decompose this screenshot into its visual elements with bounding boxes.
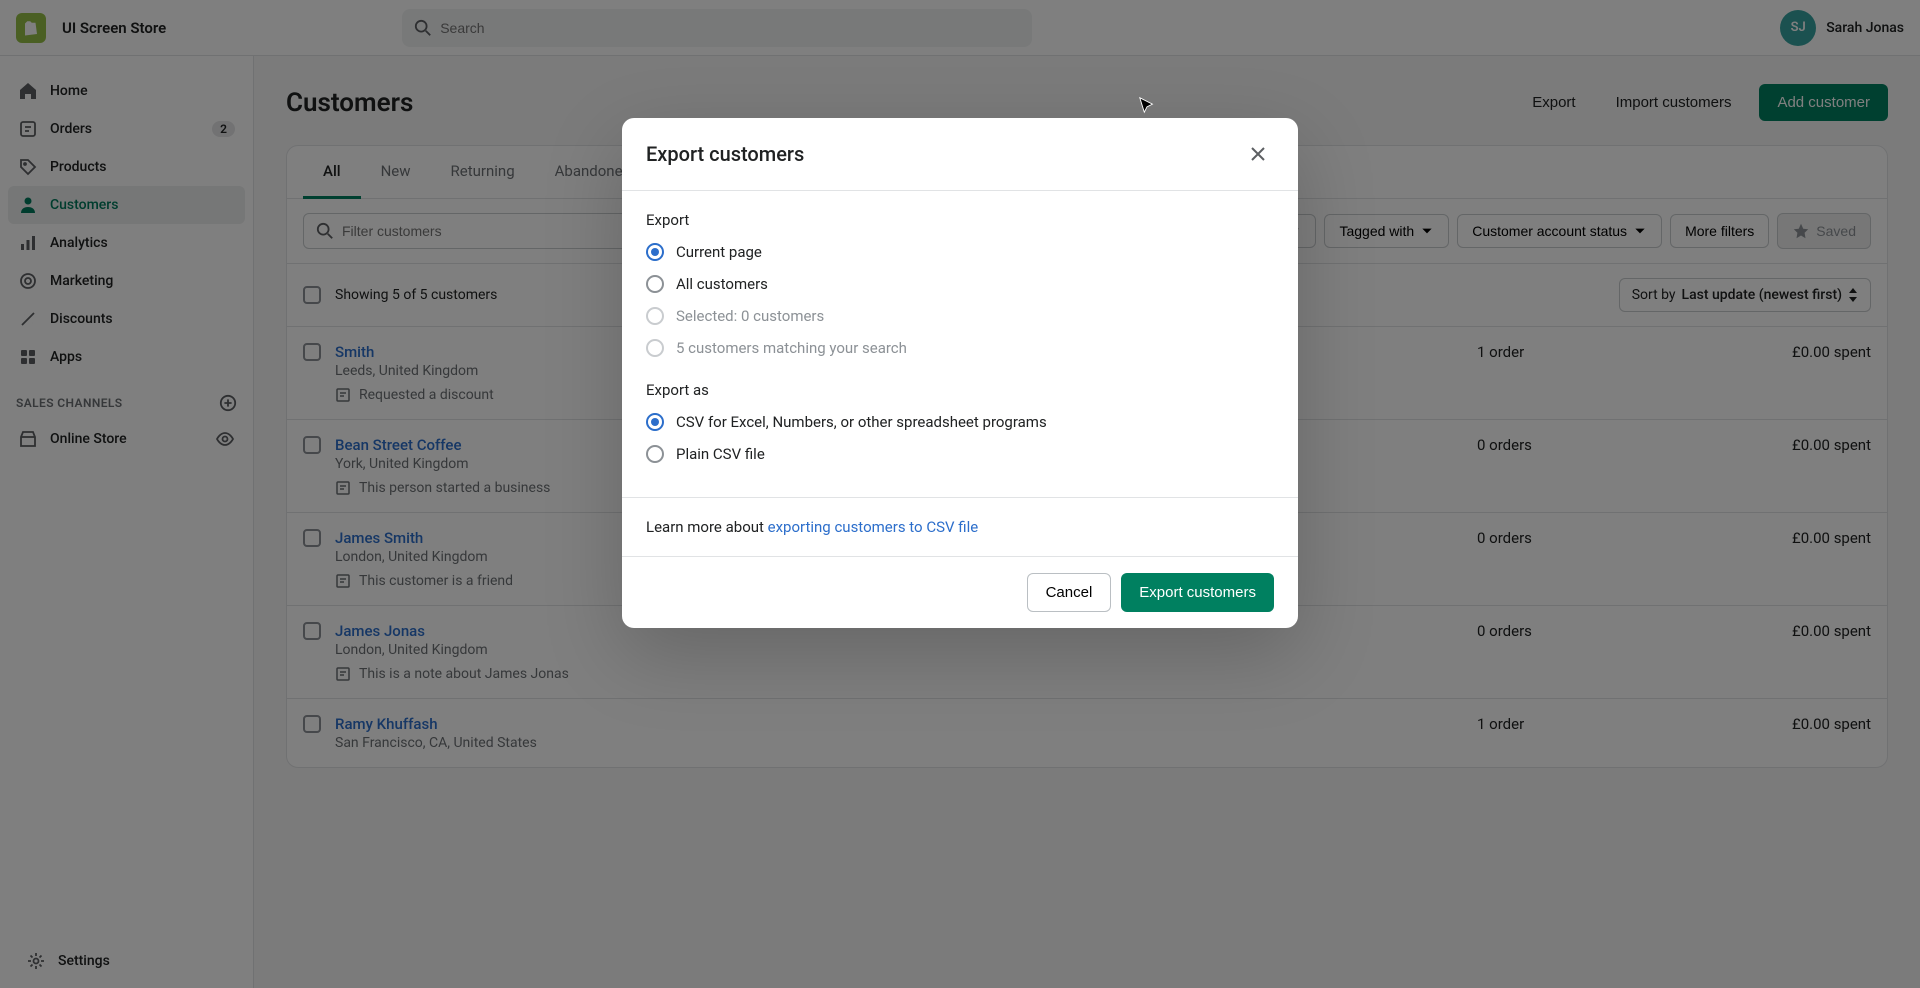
modal-title: Export customers — [646, 142, 804, 166]
radio-icon — [646, 413, 664, 431]
radio-label: All customers — [676, 275, 768, 293]
radio-icon — [646, 445, 664, 463]
modal-backdrop[interactable]: Export customers Export Current page All… — [0, 0, 1920, 988]
export-customers-modal: Export customers Export Current page All… — [622, 118, 1298, 628]
modal-close-button[interactable] — [1242, 138, 1274, 170]
modal-help-text: Learn more about exporting customers to … — [622, 497, 1298, 556]
radio-label: CSV for Excel, Numbers, or other spreads… — [676, 413, 1047, 431]
close-icon — [1248, 144, 1268, 164]
radio-icon — [646, 243, 664, 261]
radio-all-customers[interactable]: All customers — [646, 275, 1274, 293]
export-scope-label: Export — [646, 211, 1274, 229]
radio-csv-excel[interactable]: CSV for Excel, Numbers, or other spreads… — [646, 413, 1274, 431]
radio-plain-csv[interactable]: Plain CSV file — [646, 445, 1274, 463]
radio-label: Plain CSV file — [676, 445, 765, 463]
export-customers-confirm-button[interactable]: Export customers — [1121, 573, 1274, 612]
radio-icon — [646, 339, 664, 357]
radio-label: 5 customers matching your search — [676, 339, 907, 357]
help-prefix: Learn more about — [646, 518, 768, 536]
radio-label: Current page — [676, 243, 762, 261]
radio-matching-search: 5 customers matching your search — [646, 339, 1274, 357]
radio-icon — [646, 307, 664, 325]
help-link[interactable]: exporting customers to CSV file — [768, 518, 979, 536]
export-format-label: Export as — [646, 381, 1274, 399]
radio-current-page[interactable]: Current page — [646, 243, 1274, 261]
radio-selected-customers: Selected: 0 customers — [646, 307, 1274, 325]
radio-label: Selected: 0 customers — [676, 307, 824, 325]
radio-icon — [646, 275, 664, 293]
cancel-button[interactable]: Cancel — [1027, 573, 1112, 612]
